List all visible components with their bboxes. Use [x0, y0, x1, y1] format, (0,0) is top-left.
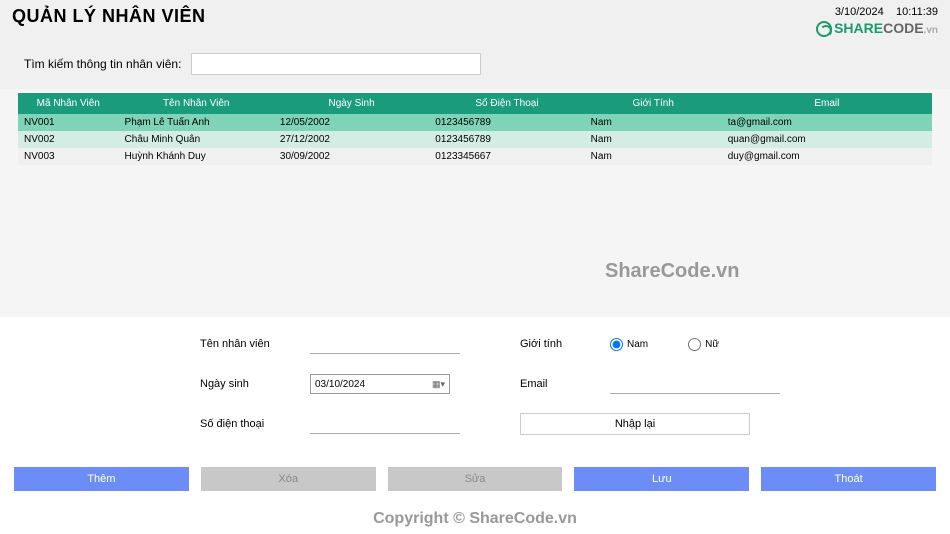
logo-vn: .vn: [924, 25, 938, 36]
table-header-row: Mã Nhân Viên Tên Nhân Viên Ngày Sinh Số …: [18, 93, 932, 114]
radio-female-input[interactable]: [688, 338, 701, 351]
phone-label: Số điện thoại: [200, 418, 310, 430]
add-button[interactable]: Thêm: [14, 467, 189, 491]
cell-phone: 0123345667: [429, 148, 584, 165]
radio-male-label: Nam: [627, 339, 648, 350]
cell-dob: 30/09/2002: [274, 148, 429, 165]
time-text: 10:11:39: [896, 6, 938, 18]
col-header-gender: Giới Tính: [585, 93, 722, 114]
logo-code: CODE: [883, 20, 923, 36]
name-label: Tên nhân viên: [200, 338, 310, 350]
form-row-reset: Nhập lại: [520, 413, 820, 435]
employee-table[interactable]: Mã Nhân Viên Tên Nhân Viên Ngày Sinh Số …: [18, 93, 932, 165]
page-title: QUẢN LÝ NHÂN VIÊN: [12, 6, 206, 27]
col-header-id: Mã Nhân Viên: [18, 93, 119, 114]
cell-email: duy@gmail.com: [722, 148, 932, 165]
search-bar: Tìm kiếm thông tin nhân viên:: [0, 43, 950, 89]
cell-gender: Nam: [585, 114, 722, 131]
header-bar: QUẢN LÝ NHÂN VIÊN 3/10/2024 10:11:39 SHA…: [0, 0, 950, 43]
edit-button[interactable]: Sửa: [388, 467, 563, 491]
col-header-phone: Số Điện Thoại: [429, 93, 584, 114]
cell-email: ta@gmail.com: [722, 114, 932, 131]
form-row-phone: Số điện thoại: [200, 413, 460, 435]
cell-gender: Nam: [585, 131, 722, 148]
cell-id: NV001: [18, 114, 119, 131]
cell-name: Châu Minh Quân: [119, 131, 274, 148]
form-col-right: Giới tính Nam Nữ Email Nhập lại: [520, 333, 820, 453]
cell-dob: 27/12/2002: [274, 131, 429, 148]
table-row[interactable]: NV002 Châu Minh Quân 27/12/2002 01234567…: [18, 131, 932, 148]
col-header-email: Email: [722, 93, 932, 114]
cell-email: quan@gmail.com: [722, 131, 932, 148]
footer-watermark: Copyright © ShareCode.vn: [0, 510, 950, 528]
form-row-email: Email: [520, 373, 820, 395]
radio-male[interactable]: Nam: [610, 338, 648, 351]
form-area: Tên nhân viên Ngày sinh 03/10/2024 ▦▾ Số…: [0, 317, 950, 463]
date-text: 3/10/2024: [835, 6, 884, 18]
form-row-name: Tên nhân viên: [200, 333, 460, 355]
form-col-left: Tên nhân viên Ngày sinh 03/10/2024 ▦▾ Số…: [200, 333, 460, 453]
save-button[interactable]: Lưu: [574, 467, 749, 491]
cell-name: Huỳnh Khánh Duy: [119, 148, 274, 165]
cell-id: NV003: [18, 148, 119, 165]
cell-gender: Nam: [585, 148, 722, 165]
radio-male-input[interactable]: [610, 338, 623, 351]
col-header-dob: Ngày Sinh: [274, 93, 429, 114]
cell-dob: 12/05/2002: [274, 114, 429, 131]
col-header-name: Tên Nhân Viên: [119, 93, 274, 114]
search-label: Tìm kiếm thông tin nhân viên:: [24, 57, 181, 71]
radio-female-label: Nữ: [705, 339, 719, 350]
email-label: Email: [520, 378, 610, 390]
cell-id: NV002: [18, 131, 119, 148]
table-row[interactable]: NV001 Phạm Lê Tuấn Anh 12/05/2002 012345…: [18, 114, 932, 131]
cell-phone: 0123456789: [429, 131, 584, 148]
dob-label: Ngày sinh: [200, 378, 310, 390]
datetime: 3/10/2024 10:11:39: [816, 6, 938, 18]
gender-radio-group: Nam Nữ: [610, 338, 719, 351]
reset-button[interactable]: Nhập lại: [520, 413, 750, 435]
header-right: 3/10/2024 10:11:39 SHARECODE.vn: [816, 6, 938, 37]
phone-input[interactable]: [310, 414, 460, 434]
gender-label: Giới tính: [520, 338, 610, 350]
form-row-dob: Ngày sinh 03/10/2024 ▦▾: [200, 373, 460, 395]
radio-female[interactable]: Nữ: [688, 338, 719, 351]
exit-button[interactable]: Thoát: [761, 467, 936, 491]
table-row[interactable]: NV003 Huỳnh Khánh Duy 30/09/2002 0123345…: [18, 148, 932, 165]
email-input[interactable]: [610, 374, 780, 394]
dob-value: 03/10/2024: [315, 379, 365, 390]
logo-icon: [816, 21, 832, 37]
cell-name: Phạm Lê Tuấn Anh: [119, 114, 274, 131]
delete-button[interactable]: Xóa: [201, 467, 376, 491]
search-input[interactable]: [191, 53, 481, 75]
calendar-icon: ▦▾: [432, 379, 445, 390]
cell-phone: 0123456789: [429, 114, 584, 131]
dob-input[interactable]: 03/10/2024 ▦▾: [310, 374, 450, 394]
button-bar: Thêm Xóa Sửa Lưu Thoát: [0, 463, 950, 499]
table-wrap: Mã Nhân Viên Tên Nhân Viên Ngày Sinh Số …: [0, 89, 950, 317]
name-input[interactable]: [310, 334, 460, 354]
form-row-gender: Giới tính Nam Nữ: [520, 333, 820, 355]
logo-share: SHARE: [834, 20, 883, 36]
logo: SHARECODE.vn: [816, 20, 938, 37]
